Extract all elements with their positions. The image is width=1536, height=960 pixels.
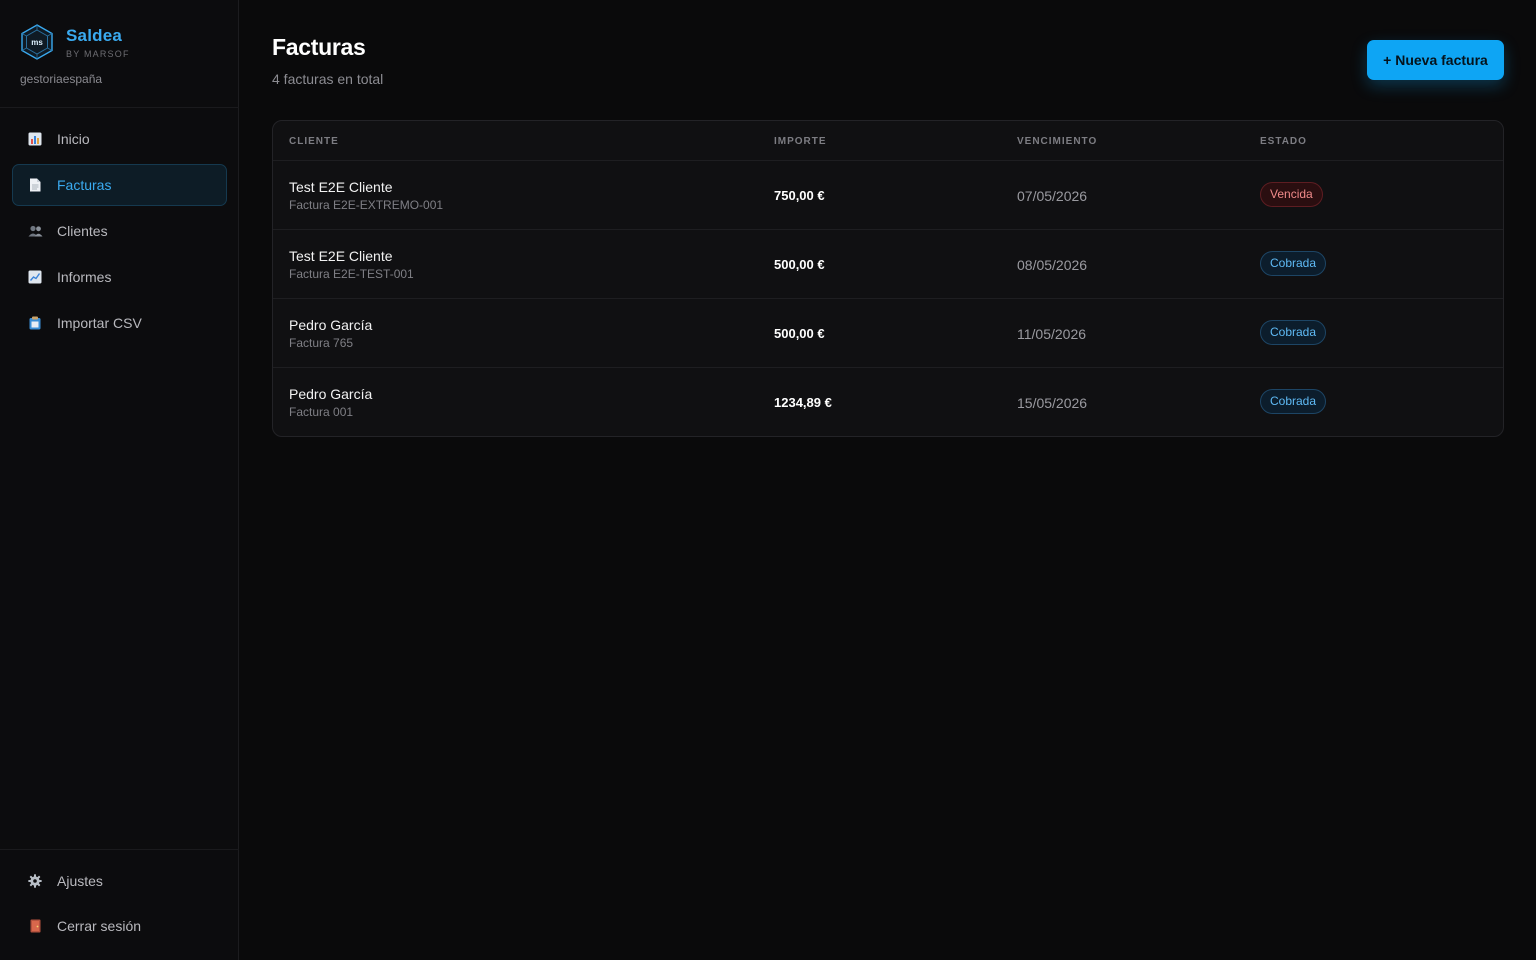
sidebar-item-facturas[interactable]: Facturas [12,164,227,206]
status-badge: Cobrada [1260,389,1327,414]
sidebar-item-label: Cerrar sesión [57,918,142,934]
due-date: 11/05/2026 [1017,326,1087,342]
clipboard-icon [27,315,43,331]
client-name: Test E2E Cliente [289,179,393,195]
status-badge: Cobrada [1260,251,1327,276]
table-header: CLIENTE IMPORTE VENCIMIENTO ESTADO [273,121,1503,161]
sidebar-item-informes[interactable]: Informes [12,256,227,298]
sidebar-item-importar-csv[interactable]: Importar CSV [12,302,227,344]
bar-chart-icon [27,131,43,147]
due-date: 15/05/2026 [1017,395,1088,411]
brand-name: Saldea [66,25,123,45]
page-subtitle: 4 facturas en total [272,71,384,87]
status-badge: Cobrada [1260,320,1327,345]
invoice-amount: 500,00 € [774,257,825,272]
column-header-importe[interactable]: IMPORTE [774,136,827,147]
sidebar-divider [0,107,239,108]
invoices-table: CLIENTE IMPORTE VENCIMIENTO ESTADO Test … [272,120,1504,437]
invoice-number: Factura E2E-TEST-001 [289,267,414,281]
marsof-logo-icon: ms [21,24,53,60]
document-icon [27,177,43,193]
brand-by-line: BY MARSOF [66,48,130,59]
invoice-amount: 750,00 € [774,188,825,203]
table-row[interactable]: Pedro García Factura 001 1234,89 € 15/05… [273,368,1503,436]
due-date: 07/05/2026 [1017,188,1088,204]
sidebar-item-label: Facturas [57,177,112,193]
sidebar: ms Saldea BY MARSOF gestoriaespaña Inici… [0,0,239,960]
invoice-amount: 1234,89 € [774,395,832,410]
client-name: Pedro García [289,386,373,402]
table-row[interactable]: Test E2E Cliente Factura E2E-EXTREMO-001… [273,161,1503,230]
sidebar-item-ajustes[interactable]: Ajustes [12,860,227,902]
client-name: Pedro García [289,317,373,333]
sidebar-item-inicio[interactable]: Inicio [12,118,227,160]
sidebar-bottom-nav: Ajustes Cerrar sesión [12,860,227,950]
sidebar-item-label: Clientes [57,223,108,239]
invoice-number: Factura E2E-EXTREMO-001 [289,198,444,212]
table-row[interactable]: Pedro García Factura 765 500,00 € 11/05/… [273,299,1503,368]
column-header-estado[interactable]: ESTADO [1260,136,1307,147]
gear-icon [27,873,43,889]
due-date: 08/05/2026 [1017,257,1088,273]
sidebar-item-label: Inicio [57,131,90,147]
brand[interactable]: ms Saldea BY MARSOF [20,22,130,62]
sidebar-nav: Inicio Facturas Clientes Informes Import… [12,118,227,348]
logout-button[interactable]: Cerrar sesión [12,905,227,947]
sidebar-item-label: Informes [57,269,112,285]
organization-name: gestoriaespaña [20,72,103,86]
sidebar-item-clientes[interactable]: Clientes [12,210,227,252]
column-header-cliente[interactable]: CLIENTE [289,136,339,147]
invoice-number: Factura 001 [289,405,354,419]
door-icon [27,918,43,934]
sidebar-item-label: Ajustes [57,873,103,889]
client-name: Test E2E Cliente [289,248,393,264]
new-invoice-button[interactable]: + Nueva factura [1367,40,1504,80]
column-header-vencimiento[interactable]: VENCIMIENTO [1017,136,1097,147]
trend-chart-icon [27,269,43,285]
logo-text: ms [31,38,43,47]
invoice-amount: 500,00 € [774,326,825,341]
users-icon [27,223,43,239]
table-row[interactable]: Test E2E Cliente Factura E2E-TEST-001 50… [273,230,1503,299]
status-badge: Vencida [1260,182,1323,207]
invoice-number: Factura 765 [289,336,354,350]
page-title: Facturas [272,34,366,60]
sidebar-divider [0,849,239,850]
sidebar-item-label: Importar CSV [57,315,142,331]
